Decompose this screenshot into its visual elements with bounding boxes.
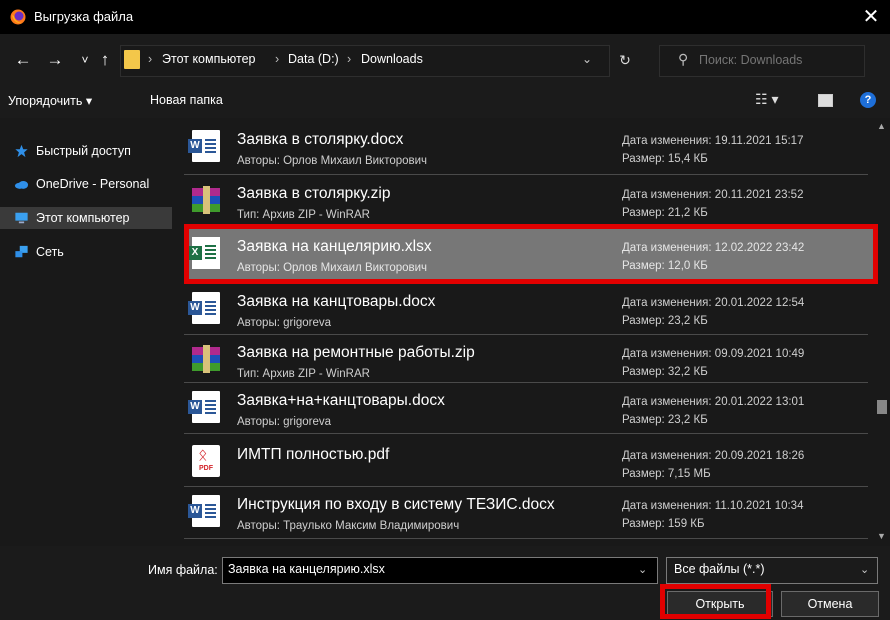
search-input[interactable] [699,53,849,67]
search-icon: ⚲ [678,51,689,67]
refresh-button[interactable]: ↻ [610,45,640,75]
winrar-archive-icon [192,184,220,216]
highlight-open-button [660,584,771,619]
file-size: Размер: 21,2 КБ [622,207,708,219]
sidebar-item-label: Этот компьютер [36,211,130,225]
breadcrumb-drive[interactable]: Data (D:) [288,52,339,66]
file-item[interactable]: W Заявка+на+канцтовары.docx Авторы: grig… [184,383,874,435]
file-date: Дата изменения: 20.01.2022 13:01 [622,396,805,408]
recent-locations-button[interactable]: ˅ [75,50,95,70]
file-details: Авторы: Траулько Максим Владимирович [237,520,460,532]
sidebar-item-label: OneDrive - Personal [36,177,150,191]
file-size: Размер: 23,2 КБ [622,315,708,327]
word-document-icon: W [188,130,220,162]
sidebar-item-label: Быстрый доступ [36,144,131,158]
scroll-up-icon[interactable]: ▲ [877,121,886,131]
cloud-icon [14,180,29,189]
network-icon [15,245,28,258]
file-type-value: Все файлы (*.*) [674,562,765,576]
file-name: Заявка+на+канцтовары.docx [237,392,445,409]
row-divider [184,538,868,539]
close-button[interactable]: ✕ [858,4,884,30]
row-divider [184,174,868,175]
file-name: Заявка в столярку.docx [237,131,404,148]
row-divider [184,433,868,434]
file-date: Дата изменения: 20.11.2021 23:52 [622,189,804,201]
word-document-icon: W [188,495,220,527]
sidebar-item-label: Сеть [36,245,64,259]
breadcrumb-separator: › [347,52,352,66]
winrar-archive-icon [192,343,220,375]
star-icon [15,144,28,158]
file-name: ИМТП полностью.pdf [237,446,390,463]
filename-input[interactable] [228,562,628,576]
file-item[interactable]: Заявка на ремонтные работы.zip Тип: Архи… [184,335,874,387]
new-folder-button[interactable]: Новая папка [150,93,223,107]
file-date: Дата изменения: 20.01.2022 12:54 [622,297,805,309]
file-item[interactable]: W Заявка на канцтовары.docx Авторы: grig… [184,284,874,336]
sidebar-item-onedrive[interactable]: OneDrive - Personal [0,173,172,195]
file-item[interactable]: W Заявка в столярку.docx Авторы: Орлов М… [184,122,874,174]
title-bar [0,0,890,34]
file-size: Размер: 32,2 КБ [622,366,708,378]
file-details: Авторы: grigoreva [237,317,332,329]
firefox-icon [10,9,26,25]
scroll-down-icon[interactable]: ▼ [877,531,886,541]
breadcrumb-this-pc[interactable]: Этот компьютер [162,52,255,66]
pdf-document-icon: ᛟ PDF [192,445,220,477]
up-button[interactable]: ↑ [95,50,115,70]
filename-label: Имя файла: [148,563,218,577]
word-document-icon: W [188,292,220,324]
help-button[interactable]: ? [860,92,876,108]
chevron-down-icon[interactable]: ⌄ [860,563,869,576]
address-dropdown-icon[interactable]: ⌄ [582,52,592,66]
file-size: Размер: 159 КБ [622,518,705,530]
file-size: Размер: 7,15 МБ [622,468,711,480]
file-name: Инструкция по входу в систему ТЕЗИС.docx [237,496,555,513]
file-name: Заявка на ремонтные работы.zip [237,344,475,361]
organize-button[interactable]: Упорядочить ▾ [8,93,92,108]
back-button[interactable]: ← [13,50,33,70]
file-item[interactable]: Заявка в столярку.zip Тип: Архив ZIP - W… [184,176,874,228]
preview-pane-icon[interactable] [818,94,833,107]
highlight-selected-file [184,224,878,284]
chevron-down-icon[interactable]: ⌄ [638,563,647,576]
scrollbar-thumb[interactable] [877,400,887,414]
file-name: Заявка в столярку.zip [237,185,391,202]
word-document-icon: W [188,391,220,423]
file-item[interactable]: W Инструкция по входу в систему ТЕЗИС.do… [184,487,874,539]
file-date: Дата изменения: 11.10.2021 10:34 [622,500,804,512]
cancel-button[interactable]: Отмена [781,591,879,617]
breadcrumb-separator: › [148,52,153,66]
folder-icon [124,50,140,69]
file-details: Тип: Архив ZIP - WinRAR [237,368,370,380]
breadcrumb-downloads[interactable]: Downloads [361,52,423,66]
file-date: Дата изменения: 19.11.2021 15:17 [622,135,804,147]
file-size: Размер: 15,4 КБ [622,153,708,165]
window-title: Выгрузка файла [34,9,134,24]
scrollbar[interactable] [874,118,890,546]
file-details: Авторы: Орлов Михаил Викторович [237,155,428,167]
view-options-button[interactable]: ☷ ▾ [755,91,778,108]
forward-button[interactable]: → [45,50,65,70]
file-details: Авторы: grigoreva [237,416,332,428]
file-item[interactable]: ᛟ PDF ИМТП полностью.pdf Дата изменения: … [184,437,874,489]
sidebar-item-network[interactable]: Сеть [0,241,172,263]
file-size: Размер: 23,2 КБ [622,414,708,426]
breadcrumb-separator: › [275,52,280,66]
file-date: Дата изменения: 09.09.2021 10:49 [622,348,805,360]
file-date: Дата изменения: 20.09.2021 18:26 [622,450,805,462]
computer-icon [15,212,28,224]
sidebar-item-this-pc[interactable]: Этот компьютер [0,207,172,229]
file-details: Тип: Архив ZIP - WinRAR [237,209,370,221]
sidebar-item-quick-access[interactable]: Быстрый доступ [0,140,172,162]
file-name: Заявка на канцтовары.docx [237,293,436,310]
